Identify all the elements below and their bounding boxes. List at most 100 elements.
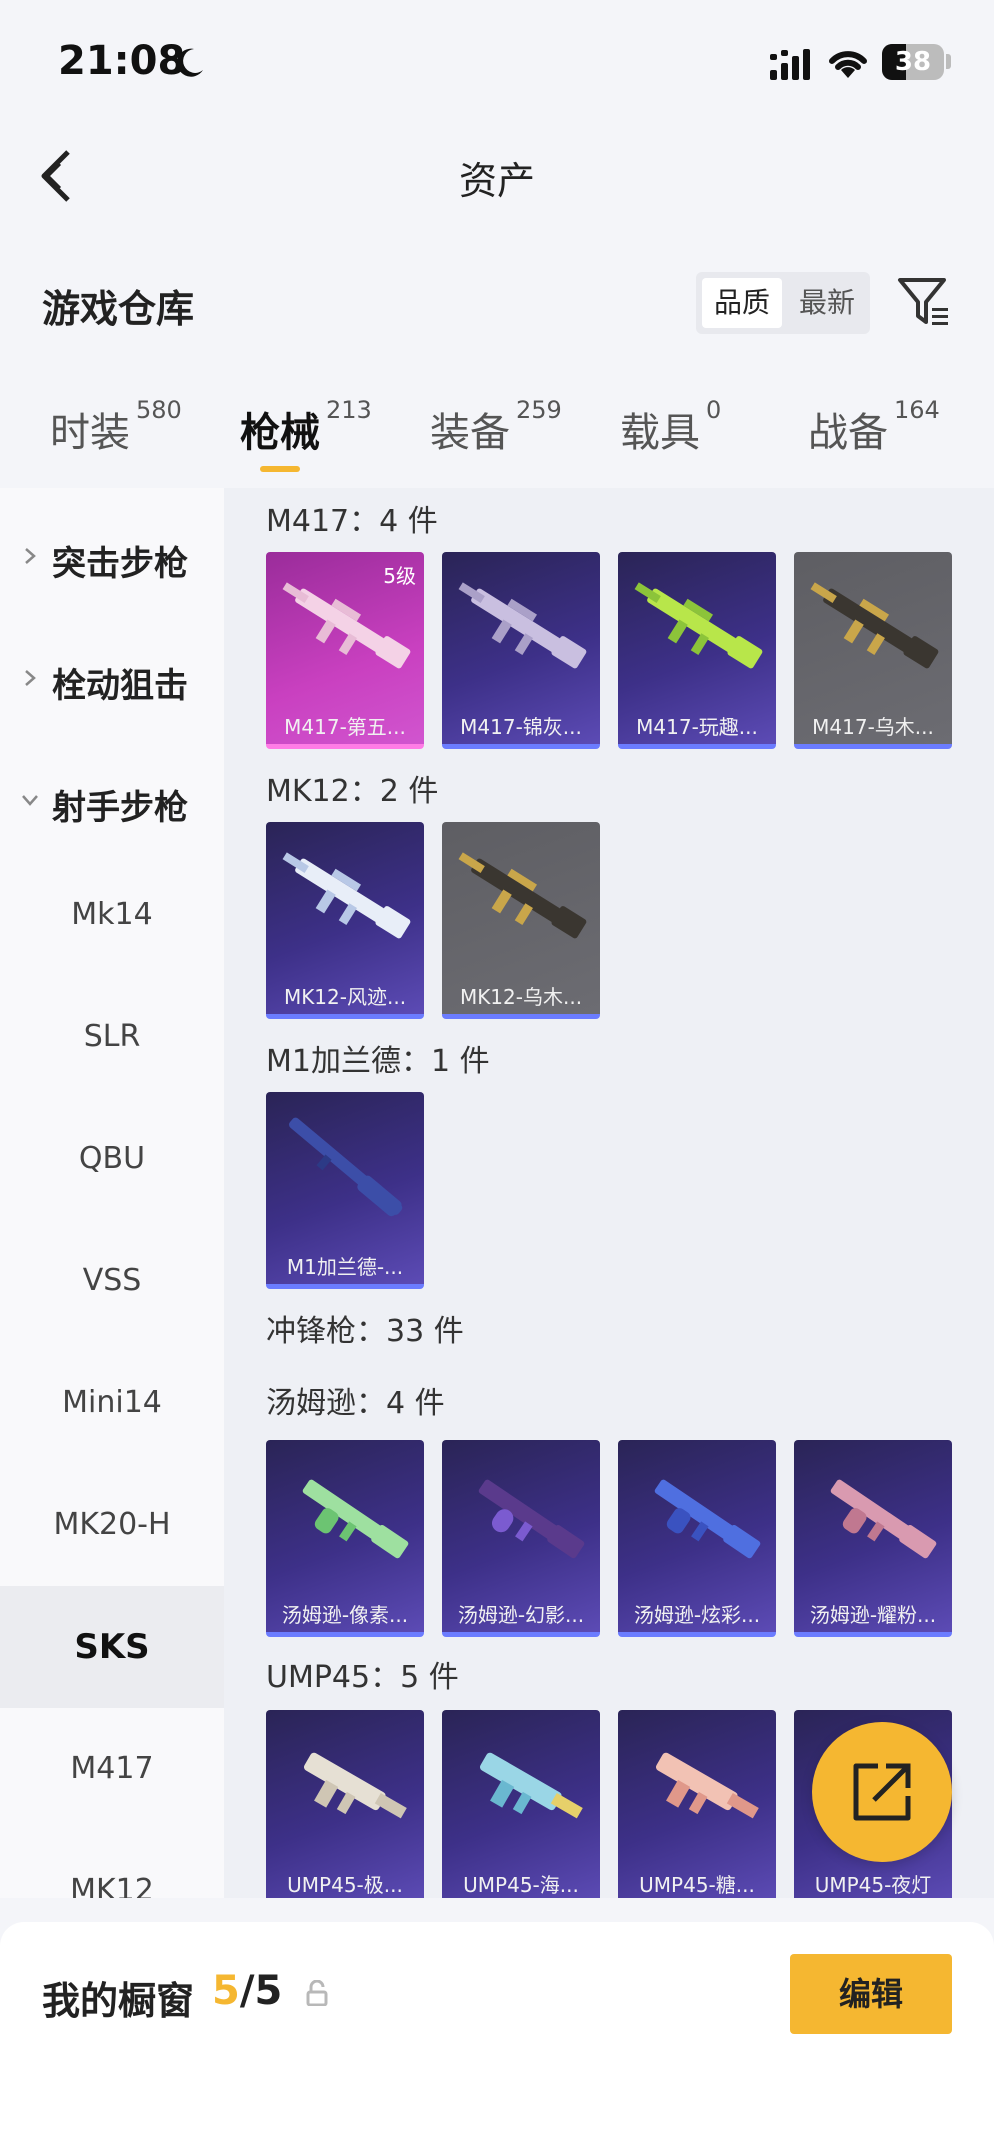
- sort-newest-button[interactable]: 最新: [788, 278, 866, 328]
- sidebar-item-m417[interactable]: M417: [0, 1708, 224, 1830]
- rifle-icon: [810, 582, 939, 669]
- sidebar-item-sks[interactable]: SKS: [0, 1586, 224, 1708]
- weapon-card[interactable]: M417-锦灰...: [442, 552, 600, 749]
- weapon-card-label: MK12-乌木...: [459, 985, 583, 1009]
- battery-level: 38: [894, 47, 932, 77]
- weapon-card-label: M417-第五...: [284, 715, 406, 739]
- weapon-card[interactable]: 5级 M417-第五...: [266, 552, 424, 749]
- weapon-card-label: UMP45-极...: [287, 1873, 403, 1897]
- sidebar-category-label: 射手步枪: [52, 788, 188, 828]
- rifle-icon: [282, 852, 411, 939]
- weapon-list: M417：4 件 5级 M417-第五... M417-锦灰... M417-玩…: [224, 488, 994, 1898]
- showcase-count: 5/5: [212, 1968, 282, 2014]
- warehouse-title: 游戏仓库: [42, 287, 195, 331]
- weapon-card[interactable]: UMP45-糖...: [618, 1710, 776, 1898]
- chevron-right-icon: [25, 670, 36, 686]
- weapon-card[interactable]: M417-玩趣...: [618, 552, 776, 749]
- tab-count: 259: [516, 396, 562, 424]
- weapon-card-label: M417-玩趣...: [636, 715, 758, 739]
- sidebar-item-mk14[interactable]: Mk14: [0, 854, 224, 976]
- level-badge: 5级: [383, 564, 416, 588]
- weapon-card[interactable]: MK12-风迹...: [266, 822, 424, 1019]
- weapon-card-label: MK12-风迹...: [283, 985, 407, 1009]
- sidebar-category-label: 突击步枪: [52, 544, 188, 584]
- group-title-mk12: MK12：2 件: [266, 774, 439, 809]
- cellular-signal-icon: [770, 49, 810, 80]
- tab-label: 战备: [808, 410, 888, 456]
- smg-icon: [655, 1752, 759, 1819]
- status-bar: 21:08 38: [0, 0, 994, 120]
- weapon-card[interactable]: MK12-乌木...: [442, 822, 600, 1019]
- smg-icon: [302, 1479, 409, 1559]
- wifi-icon: [829, 51, 867, 78]
- sort-toggle: 品质 最新: [696, 272, 870, 334]
- status-time: 21:08: [58, 38, 186, 84]
- tab-count: 164: [894, 396, 940, 424]
- weapon-card[interactable]: 汤姆逊-幻影...: [442, 1440, 600, 1637]
- tab-label: 载具: [620, 410, 700, 456]
- smg-icon: [830, 1479, 937, 1559]
- share-external-icon: [853, 1763, 911, 1821]
- sidebar-category-label: 栓动狙击: [52, 666, 188, 706]
- weapon-card-label: 汤姆逊-幻影...: [457, 1603, 585, 1627]
- group-title-thompson: 汤姆逊：4 件: [266, 1386, 445, 1421]
- sidebar-category-assault-rifles[interactable]: 突击步枪: [0, 526, 224, 586]
- weapon-card-label: 汤姆逊-耀粉...: [809, 1603, 937, 1627]
- sidebar-item-mk12[interactable]: MK12: [0, 1830, 224, 1898]
- tab-label: 时装: [50, 410, 130, 456]
- sidebar-item-vss[interactable]: VSS: [0, 1220, 224, 1342]
- moon-icon: [177, 48, 203, 77]
- sidebar-category-bolt-snipers[interactable]: 栓动狙击: [0, 648, 224, 708]
- sort-quality-button[interactable]: 品质: [702, 278, 782, 328]
- tab-count: 580: [136, 396, 182, 424]
- tab-firearms[interactable]: 枪械 213: [240, 396, 372, 458]
- filter-icon[interactable]: [896, 274, 952, 330]
- battery-tip: [946, 54, 951, 69]
- lock-icon: [306, 1980, 328, 2006]
- weapon-card[interactable]: UMP45-海...: [442, 1710, 600, 1898]
- weapon-card-label: UMP45-夜灯: [814, 1873, 932, 1897]
- smg-icon: [303, 1752, 407, 1819]
- tab-vehicles[interactable]: 载具 0: [620, 396, 721, 458]
- rifle-icon: [458, 582, 587, 669]
- rifle-icon: [634, 582, 763, 669]
- weapon-card-label: M1加兰德-...: [286, 1255, 404, 1279]
- tab-count: 0: [706, 396, 722, 424]
- weapon-card[interactable]: 汤姆逊-耀粉...: [794, 1440, 952, 1637]
- category-sidebar: 突击步枪 栓动狙击 射手步枪 Mk14 SLR QBU VSS Mini14 M…: [0, 488, 224, 1898]
- rifle-icon: [289, 1117, 403, 1217]
- edit-button[interactable]: 编辑: [790, 1954, 952, 2034]
- sidebar-item-mk20h[interactable]: MK20-H: [0, 1464, 224, 1586]
- tab-supplies[interactable]: 战备 164: [808, 396, 940, 458]
- weapon-card[interactable]: 汤姆逊-炫彩...: [618, 1440, 776, 1637]
- sidebar-item-slr[interactable]: SLR: [0, 976, 224, 1098]
- weapon-card-label: M417-乌木...: [812, 715, 934, 739]
- chevron-right-icon: [25, 548, 36, 564]
- sidebar-category-marksman-rifles[interactable]: 射手步枪: [0, 770, 224, 830]
- showcase-current: 5: [212, 1968, 240, 2014]
- share-button[interactable]: [812, 1722, 952, 1862]
- tab-label: 装备: [430, 410, 510, 456]
- weapon-card[interactable]: 汤姆逊-像素...: [266, 1440, 424, 1637]
- weapon-card[interactable]: UMP45-极...: [266, 1710, 424, 1898]
- battery-indicator: 38: [882, 44, 944, 80]
- tab-equipment[interactable]: 装备 259: [430, 396, 562, 458]
- showcase-total: /5: [239, 1968, 283, 2014]
- weapon-card-label: UMP45-糖...: [639, 1873, 755, 1897]
- weapon-card-label: 汤姆逊-炫彩...: [633, 1603, 761, 1627]
- group-title-m417: M417：4 件: [266, 504, 438, 539]
- group-title-m1-garand: M1加兰德：1 件: [266, 1044, 490, 1079]
- sidebar-item-mini14[interactable]: Mini14: [0, 1342, 224, 1464]
- weapon-card-label: 汤姆逊-像素...: [281, 1603, 409, 1627]
- smg-icon: [479, 1752, 583, 1819]
- smg-icon: [654, 1479, 761, 1559]
- showcase-label: 我的橱窗: [42, 1979, 195, 2023]
- rifle-icon: [458, 852, 587, 939]
- tab-fashion[interactable]: 时装 580: [50, 396, 182, 458]
- sidebar-item-qbu[interactable]: QBU: [0, 1098, 224, 1220]
- weapon-card[interactable]: M417-乌木...: [794, 552, 952, 749]
- weapon-card[interactable]: M1加兰德-...: [266, 1092, 424, 1289]
- group-title-smg: 冲锋枪：33 件: [266, 1314, 464, 1349]
- tab-label: 枪械: [240, 410, 320, 456]
- weapon-card-label: M417-锦灰...: [460, 715, 582, 739]
